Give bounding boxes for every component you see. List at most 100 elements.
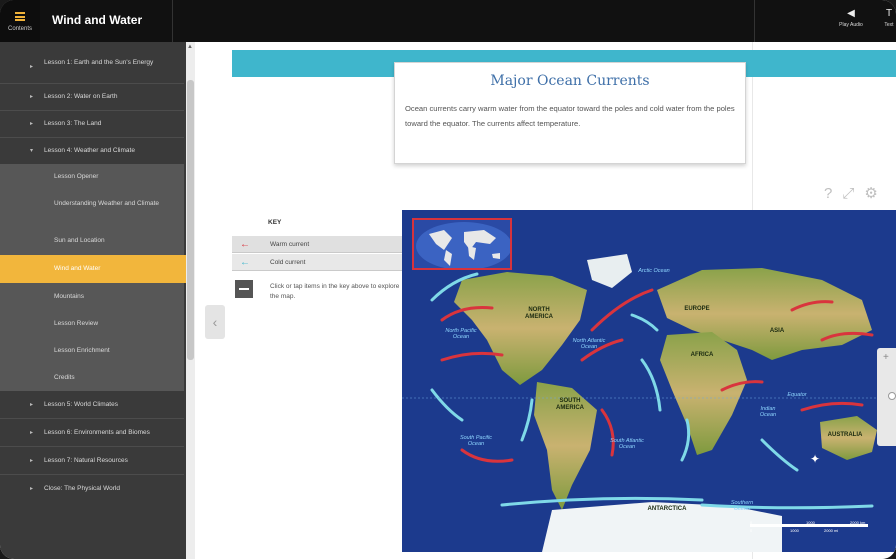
app-title: Wind and Water bbox=[52, 13, 143, 27]
divider bbox=[172, 0, 173, 42]
africa-shape bbox=[660, 332, 747, 455]
previous-page-button[interactable]: ‹ bbox=[205, 305, 225, 339]
sidebar-scroll-thumb[interactable] bbox=[187, 80, 194, 360]
chevron-right-icon: ▸ bbox=[30, 64, 34, 70]
sidebar-item-lesson-5[interactable]: ▸ Lesson 5: World Climates bbox=[0, 391, 184, 418]
label-europe: EUROPE bbox=[684, 306, 710, 312]
contents-label: Contents bbox=[7, 26, 32, 32]
cold-current-label: Cold current bbox=[270, 259, 306, 266]
sidebar-item-label: Lesson 1: Earth and the Sun's Energy bbox=[44, 59, 154, 66]
sidebar-item-label: Sun and Location bbox=[54, 237, 105, 244]
sidebar-item-lesson-6[interactable]: ▸ Lesson 6: Environments and Biomes bbox=[0, 419, 184, 446]
sidebar: ▸ Lesson 1: Earth and the Sun's Energy ▸… bbox=[0, 42, 186, 559]
settings-icon[interactable]: ⚙ bbox=[864, 185, 877, 202]
scroll-up-icon[interactable]: ▲ bbox=[187, 44, 193, 50]
scale-km-1: 1000 bbox=[806, 520, 815, 525]
zoom-slider[interactable]: + bbox=[877, 348, 896, 446]
zoom-in-icon[interactable]: + bbox=[883, 352, 889, 363]
cold-arrow-icon: ← bbox=[240, 257, 250, 268]
sidebar-item-lesson-7[interactable]: ▸ Lesson 7: Natural Resources bbox=[0, 447, 184, 474]
divider bbox=[754, 0, 755, 42]
chevron-right-icon: ▸ bbox=[30, 458, 34, 464]
locator-globe[interactable] bbox=[412, 218, 512, 270]
sidebar-item-label: Lesson 4: Weather and Climate bbox=[44, 147, 135, 154]
label-asia: ASIA bbox=[769, 328, 785, 334]
play-audio-label: Play Audio bbox=[839, 22, 863, 28]
speaker-icon: ◀ bbox=[847, 8, 855, 19]
sidebar-item-lesson-2[interactable]: ▸ Lesson 2: Water on Earth bbox=[0, 84, 184, 110]
minus-icon[interactable] bbox=[235, 280, 253, 298]
sidebar-item-label: Lesson 2: Water on Earth bbox=[44, 93, 118, 100]
label-north-pacific: North Pacific Ocean bbox=[445, 328, 477, 340]
chevron-right-icon: ▸ bbox=[30, 486, 34, 492]
text-button[interactable]: T Text bbox=[872, 8, 896, 28]
map-toolbar: ? ⤢ ⚙ bbox=[824, 184, 888, 202]
key-warm-current[interactable]: ← Warm current bbox=[232, 236, 402, 253]
label-southern-ocean: Southern Ocean bbox=[730, 500, 754, 512]
sidebar-item-label: Lesson 5: World Climates bbox=[44, 401, 118, 408]
key-cold-current[interactable]: ← Cold current bbox=[232, 254, 402, 271]
label-indian-ocean: Indian Ocean bbox=[759, 406, 777, 418]
help-icon[interactable]: ? bbox=[824, 185, 832, 202]
text-tool-label: Text bbox=[884, 22, 894, 28]
compass-rose-icon: ✦ bbox=[810, 452, 821, 466]
top-bar: Contents Wind and Water ◀ Play Audio T T… bbox=[0, 0, 896, 42]
scale-mi-0: 0 bbox=[750, 528, 753, 533]
sidebar-item-label: Wind and Water bbox=[54, 265, 101, 272]
globe-inset-graphic bbox=[416, 222, 510, 268]
chevron-left-icon: ‹ bbox=[212, 314, 218, 330]
text-icon: T bbox=[885, 8, 893, 19]
scale-mi-1: 1000 bbox=[790, 528, 799, 533]
sidebar-item-sun-location[interactable]: Sun and Location bbox=[0, 227, 184, 255]
info-body: Ocean currents carry warm water from the… bbox=[405, 104, 735, 128]
sidebar-item-label: Close: The Physical World bbox=[44, 485, 120, 492]
sidebar-item-lesson-review[interactable]: Lesson Review bbox=[0, 310, 184, 337]
map-scale-bar: 0 1000 2000 km 0 1000 2000 mi bbox=[750, 520, 880, 533]
sidebar-item-label: Mountains bbox=[54, 293, 84, 300]
sidebar-item-label: Lesson 7: Natural Resources bbox=[44, 457, 128, 464]
scale-km-2: 2000 km bbox=[850, 520, 866, 525]
sidebar-item-label: Lesson 6: Environments and Biomes bbox=[44, 429, 150, 436]
chevron-right-icon: ▸ bbox=[30, 402, 34, 408]
scale-km-0: 0 bbox=[750, 520, 753, 525]
label-antarctica: ANTARCTICA bbox=[647, 506, 687, 512]
sidebar-item-label: Lesson Opener bbox=[54, 173, 99, 180]
key-hint: Click or tap items in the key above to e… bbox=[270, 283, 400, 300]
sidebar-item-label: Understanding Weather and Climate bbox=[54, 200, 160, 207]
menu-icon bbox=[15, 12, 25, 21]
zoom-handle[interactable] bbox=[888, 392, 896, 400]
sidebar-item-label: Lesson Review bbox=[54, 320, 99, 327]
label-south-america: SOUTH AMERICA bbox=[556, 398, 584, 411]
sidebar-item-wind-water[interactable]: Wind and Water bbox=[0, 255, 186, 283]
label-south-pacific: South Pacific Ocean bbox=[459, 435, 493, 447]
sidebar-item-understanding-weather[interactable]: Understanding Weather and Climate bbox=[0, 189, 184, 227]
sidebar-item-lesson-enrichment[interactable]: Lesson Enrichment bbox=[0, 337, 184, 364]
chevron-right-icon: ▸ bbox=[30, 94, 34, 100]
chevron-right-icon: ▸ bbox=[30, 430, 34, 436]
label-australia: AUSTRALIA bbox=[827, 432, 863, 438]
sidebar-item-mountains[interactable]: Mountains bbox=[0, 283, 184, 310]
warm-arrow-icon: ← bbox=[240, 239, 250, 250]
label-south-atlantic: South Atlantic Ocean bbox=[610, 438, 644, 450]
key-heading: KEY bbox=[268, 219, 282, 226]
scale-mi-2: 2000 mi bbox=[824, 528, 839, 533]
sidebar-item-label: Lesson 3: The Land bbox=[44, 120, 102, 127]
app-window: Contents Wind and Water ◀ Play Audio T T… bbox=[0, 0, 896, 559]
label-africa: AFRICA bbox=[690, 352, 714, 358]
sidebar-item-close[interactable]: ▸ Close: The Physical World bbox=[0, 475, 184, 502]
sidebar-item-lesson-opener[interactable]: Lesson Opener bbox=[0, 164, 184, 189]
greenland-shape bbox=[587, 254, 632, 288]
label-equator: Equator bbox=[787, 392, 807, 398]
sidebar-item-label: Lesson Enrichment bbox=[54, 347, 110, 354]
info-box: Major Ocean Currents Ocean currents carr… bbox=[394, 62, 746, 164]
contents-button[interactable]: Contents bbox=[0, 0, 40, 42]
sidebar-item-lesson-1[interactable]: ▸ Lesson 1: Earth and the Sun's Energy bbox=[0, 54, 184, 80]
fullscreen-icon[interactable]: ⤢ bbox=[842, 185, 854, 202]
label-north-atlantic: North Atlantic Ocean bbox=[572, 338, 606, 350]
sidebar-item-credits[interactable]: Credits bbox=[0, 364, 184, 391]
sidebar-item-lesson-3[interactable]: ▸ Lesson 3: The Land bbox=[0, 111, 184, 137]
play-audio-button[interactable]: ◀ Play Audio bbox=[834, 8, 868, 28]
chevron-right-icon: ▸ bbox=[30, 121, 34, 127]
label-north-america: NORTH AMERICA bbox=[525, 307, 553, 320]
sidebar-item-lesson-4[interactable]: ▾ Lesson 4: Weather and Climate bbox=[0, 138, 184, 164]
